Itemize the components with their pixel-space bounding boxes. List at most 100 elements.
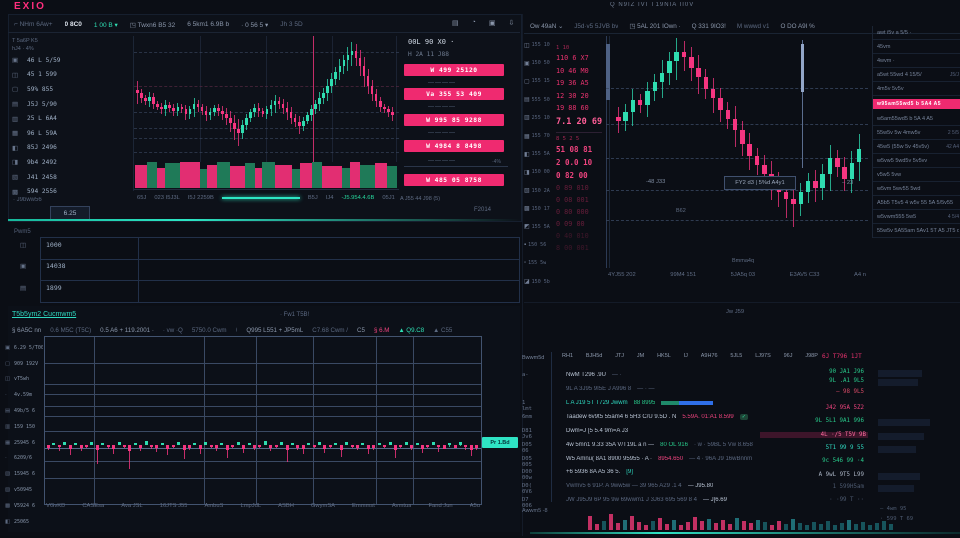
orders-header-cell[interactable]: 96J <box>784 353 793 359</box>
toolbar-item[interactable]: 0.5 A6 + 119.2001 · <box>100 327 154 334</box>
market-list-item[interactable]: 4m5v 5v5v <box>873 82 960 96</box>
toolbar-item[interactable]: Ow 49aN ⌄ <box>530 23 563 30</box>
overview-sidebar-row[interactable]: ▧15945 6 <box>5 466 43 482</box>
toolbar-item[interactable]: 1 00 B ▾ <box>94 21 118 29</box>
detail-icon-row[interactable]: ▤555 50 <box>524 91 554 109</box>
book-price-row[interactable]: 0 89 010 <box>556 182 602 194</box>
book-price-row[interactable]: 0 82 00 <box>556 169 602 182</box>
detail-candlestick-chart[interactable]: -48 J33FY2 d3 | 5%d A4y1– 23B62Bmma4q <box>606 36 868 268</box>
orders-header-cell[interactable]: RH1 <box>562 353 573 359</box>
overview-sidebar-row[interactable]: ◧25065 <box>5 514 43 530</box>
book-price-row[interactable]: 0 40 010 <box>556 230 602 242</box>
detail-icon-row[interactable]: ▫155 5w <box>524 254 554 272</box>
detail-icon-row[interactable]: ▦155 70 <box>524 127 554 145</box>
book-price-row[interactable]: 19 36 A5 <box>556 77 602 90</box>
market-list-item[interactable]: A5b5 T5v5 4 w5v 55 5A 5/5v55 <box>873 196 960 210</box>
book-price-row[interactable]: 0 08 001 <box>556 194 602 206</box>
book-price-row[interactable]: 0 80 000 <box>556 206 602 218</box>
overview-sidebar-row[interactable]: ▨v50945 <box>5 482 43 498</box>
book-price-row[interactable]: 110 6 X7 <box>556 52 602 65</box>
market-list-item[interactable]: v5w5 5vw <box>873 168 960 182</box>
toolbar-item[interactable]: ⌐ NHm 6Aw+ <box>14 21 53 28</box>
chart-chip-box[interactable]: FY2 d3 | 5%d A4y1 <box>724 176 796 190</box>
toolbar-item[interactable]: C5 <box>357 327 365 334</box>
price-alert-badge[interactable]: W 4984 8 8498 <box>404 140 504 152</box>
toolbar-item[interactable]: · 0 56 5 ▾ <box>241 21 268 29</box>
order-book-column[interactable]: 1 10110 6 X710 46 M019 36 A512 30 2019 8… <box>556 44 602 254</box>
market-list-sidebar[interactable]: awt i5v a 5/5 ·45vm4wvm ·a5wt 55wd 4 15/… <box>872 26 960 238</box>
main-candlestick-chart[interactable] <box>133 36 399 191</box>
market-list-item[interactable]: a5wt 55wd 4 15/5/J5/J <box>873 68 960 82</box>
toolbar-icon[interactable]: ▣ <box>489 19 496 27</box>
orders-header-cell[interactable]: J98P <box>805 353 818 359</box>
book-price-row[interactable]: 2 0.0 10 <box>556 156 602 169</box>
toolbar-item[interactable]: 6 5km1 6.9B b <box>187 21 229 28</box>
market-list-item-highlighted[interactable]: w95am55wd5 b 5A4 A5 <box>873 99 960 109</box>
overview-sidebar-row[interactable]: ▣6.29 5/T00 <box>5 340 43 356</box>
detail-icon-row[interactable]: ▧150 2A <box>524 182 554 200</box>
toolbar-item[interactable]: § 6A5C nn <box>12 327 41 334</box>
overview-sidebar-row[interactable]: ▢909 192V <box>5 356 43 372</box>
toolbar-item[interactable]: / <box>236 327 238 334</box>
overview-sidebar-row[interactable]: ·6209/6 <box>5 451 43 467</box>
toolbar-item[interactable]: 0.6 M5C (T5C) <box>50 327 91 334</box>
overview-sidebar-row[interactable]: ▥159 150 <box>5 419 43 435</box>
book-price-row[interactable]: 0 09 00 <box>556 218 602 230</box>
toolbar-item[interactable]: Q 331 9IO3! <box>692 23 726 30</box>
sidebar-row[interactable]: ◨9b4 2492 <box>12 155 130 170</box>
overview-sidebar-row[interactable]: ·4v.59m <box>5 387 43 403</box>
book-price-row[interactable]: 8 5 2 5 <box>556 132 602 143</box>
book-price-row[interactable]: 12 30 20 <box>556 90 602 103</box>
toolbar-icon[interactable]: ◔ <box>472 19 476 27</box>
toolbar-item[interactable]: Q995 L551 + JP5mL <box>246 327 303 334</box>
orders-header-cell[interactable]: LJ97S <box>755 353 771 359</box>
sidebar-row[interactable]: ▣46 L 5/59 <box>12 53 130 68</box>
toolbar-item[interactable]: ▲ Q9.C8 <box>398 327 424 334</box>
orders-header-cell[interactable]: JM <box>637 353 644 359</box>
sidebar-row[interactable]: ◧85J 2496 <box>12 141 130 156</box>
overview-sidebar-row[interactable]: ▩V5924 6 <box>5 498 43 514</box>
book-price-row[interactable]: 1 10 <box>556 44 602 52</box>
sidebar-row[interactable]: ▧J41 2458 <box>12 170 130 185</box>
sidebar-row[interactable]: ▦96 L 59A <box>12 126 130 141</box>
market-list-item[interactable]: 55w5v 5A55am 5Av1 5T A5 JT5 q5v 6T9J <box>873 224 960 238</box>
orders-header-cell[interactable]: BJH5d <box>586 353 603 359</box>
detail-icon-row[interactable]: ▥255 10 <box>524 109 554 127</box>
book-price-row[interactable]: 51 08 81 <box>556 143 602 156</box>
price-alert-badge[interactable]: W 485 05 8758 <box>404 174 504 186</box>
axis-slider[interactable] <box>606 44 610 100</box>
detail-icon-row[interactable]: ◨150 00 <box>524 163 554 181</box>
detail-icon-row[interactable]: ◩155 5A <box>524 218 554 236</box>
price-alert-badge[interactable]: W 995 85 9288 <box>404 114 504 126</box>
toolbar-item[interactable]: · vw ·Q <box>163 327 183 334</box>
sidebar-row[interactable]: ▤J5J 5/90 <box>12 97 130 112</box>
detail-icon-row[interactable]: ◪150 5b <box>524 272 554 290</box>
book-price-row[interactable]: 7.1 20 69 <box>556 115 602 130</box>
overview-sidebar-row[interactable]: ▤49b/5 6 <box>5 403 43 419</box>
market-list-item[interactable]: w5vwm555 5w54 5/4 <box>873 210 960 224</box>
toolbar-icon[interactable]: ⇩ <box>508 19 514 27</box>
toolbar-item[interactable]: O DO A9I % <box>780 23 814 30</box>
sidebar-row[interactable]: ◫45 1 599 <box>12 68 130 83</box>
market-list-item[interactable]: w5vw5 5wd5v 5v5vv <box>873 154 960 168</box>
orders-header-cell[interactable]: JTJ <box>615 353 624 359</box>
toolbar-item[interactable]: ▲ C55 <box>433 327 452 334</box>
detail-icon-row[interactable]: ◫155 10 <box>524 36 554 54</box>
toolbar-item[interactable]: J5d·v5 5JVB bv <box>574 23 618 30</box>
market-list-item[interactable]: 55w5v 5w 4mw5v2 5/5 <box>873 126 960 140</box>
detail-icon-row[interactable]: ▩150 17 <box>524 200 554 218</box>
toolbar-item[interactable]: Jh 3 5D <box>280 21 302 28</box>
toolbar-item[interactable]: M wwwd v1 <box>737 23 770 30</box>
orders-header-cell[interactable]: IJ <box>684 353 688 359</box>
market-list-item[interactable]: w5vm 5wv55 5wd <box>873 182 960 196</box>
toolbar-icon[interactable]: ▤ <box>452 19 459 27</box>
detail-icon-row[interactable]: ◧155 5A <box>524 145 554 163</box>
toolbar-item[interactable]: C7.68 Cwm / <box>312 327 348 334</box>
market-list-item[interactable]: 45w5 (55w 5v 45v5v)42 A4 <box>873 140 960 154</box>
overview-sidebar-row[interactable]: ◫vT5wh <box>5 372 43 388</box>
toolbar-item[interactable]: ◳ 5AL 201 IOwn · <box>629 23 680 30</box>
detail-icon-row[interactable]: ▪150 56 <box>524 236 554 254</box>
market-list-item[interactable]: 45vm <box>873 40 960 54</box>
overview-candlestick-chart[interactable] <box>44 336 482 505</box>
orders-header-cell[interactable]: A9H76 <box>701 353 718 359</box>
